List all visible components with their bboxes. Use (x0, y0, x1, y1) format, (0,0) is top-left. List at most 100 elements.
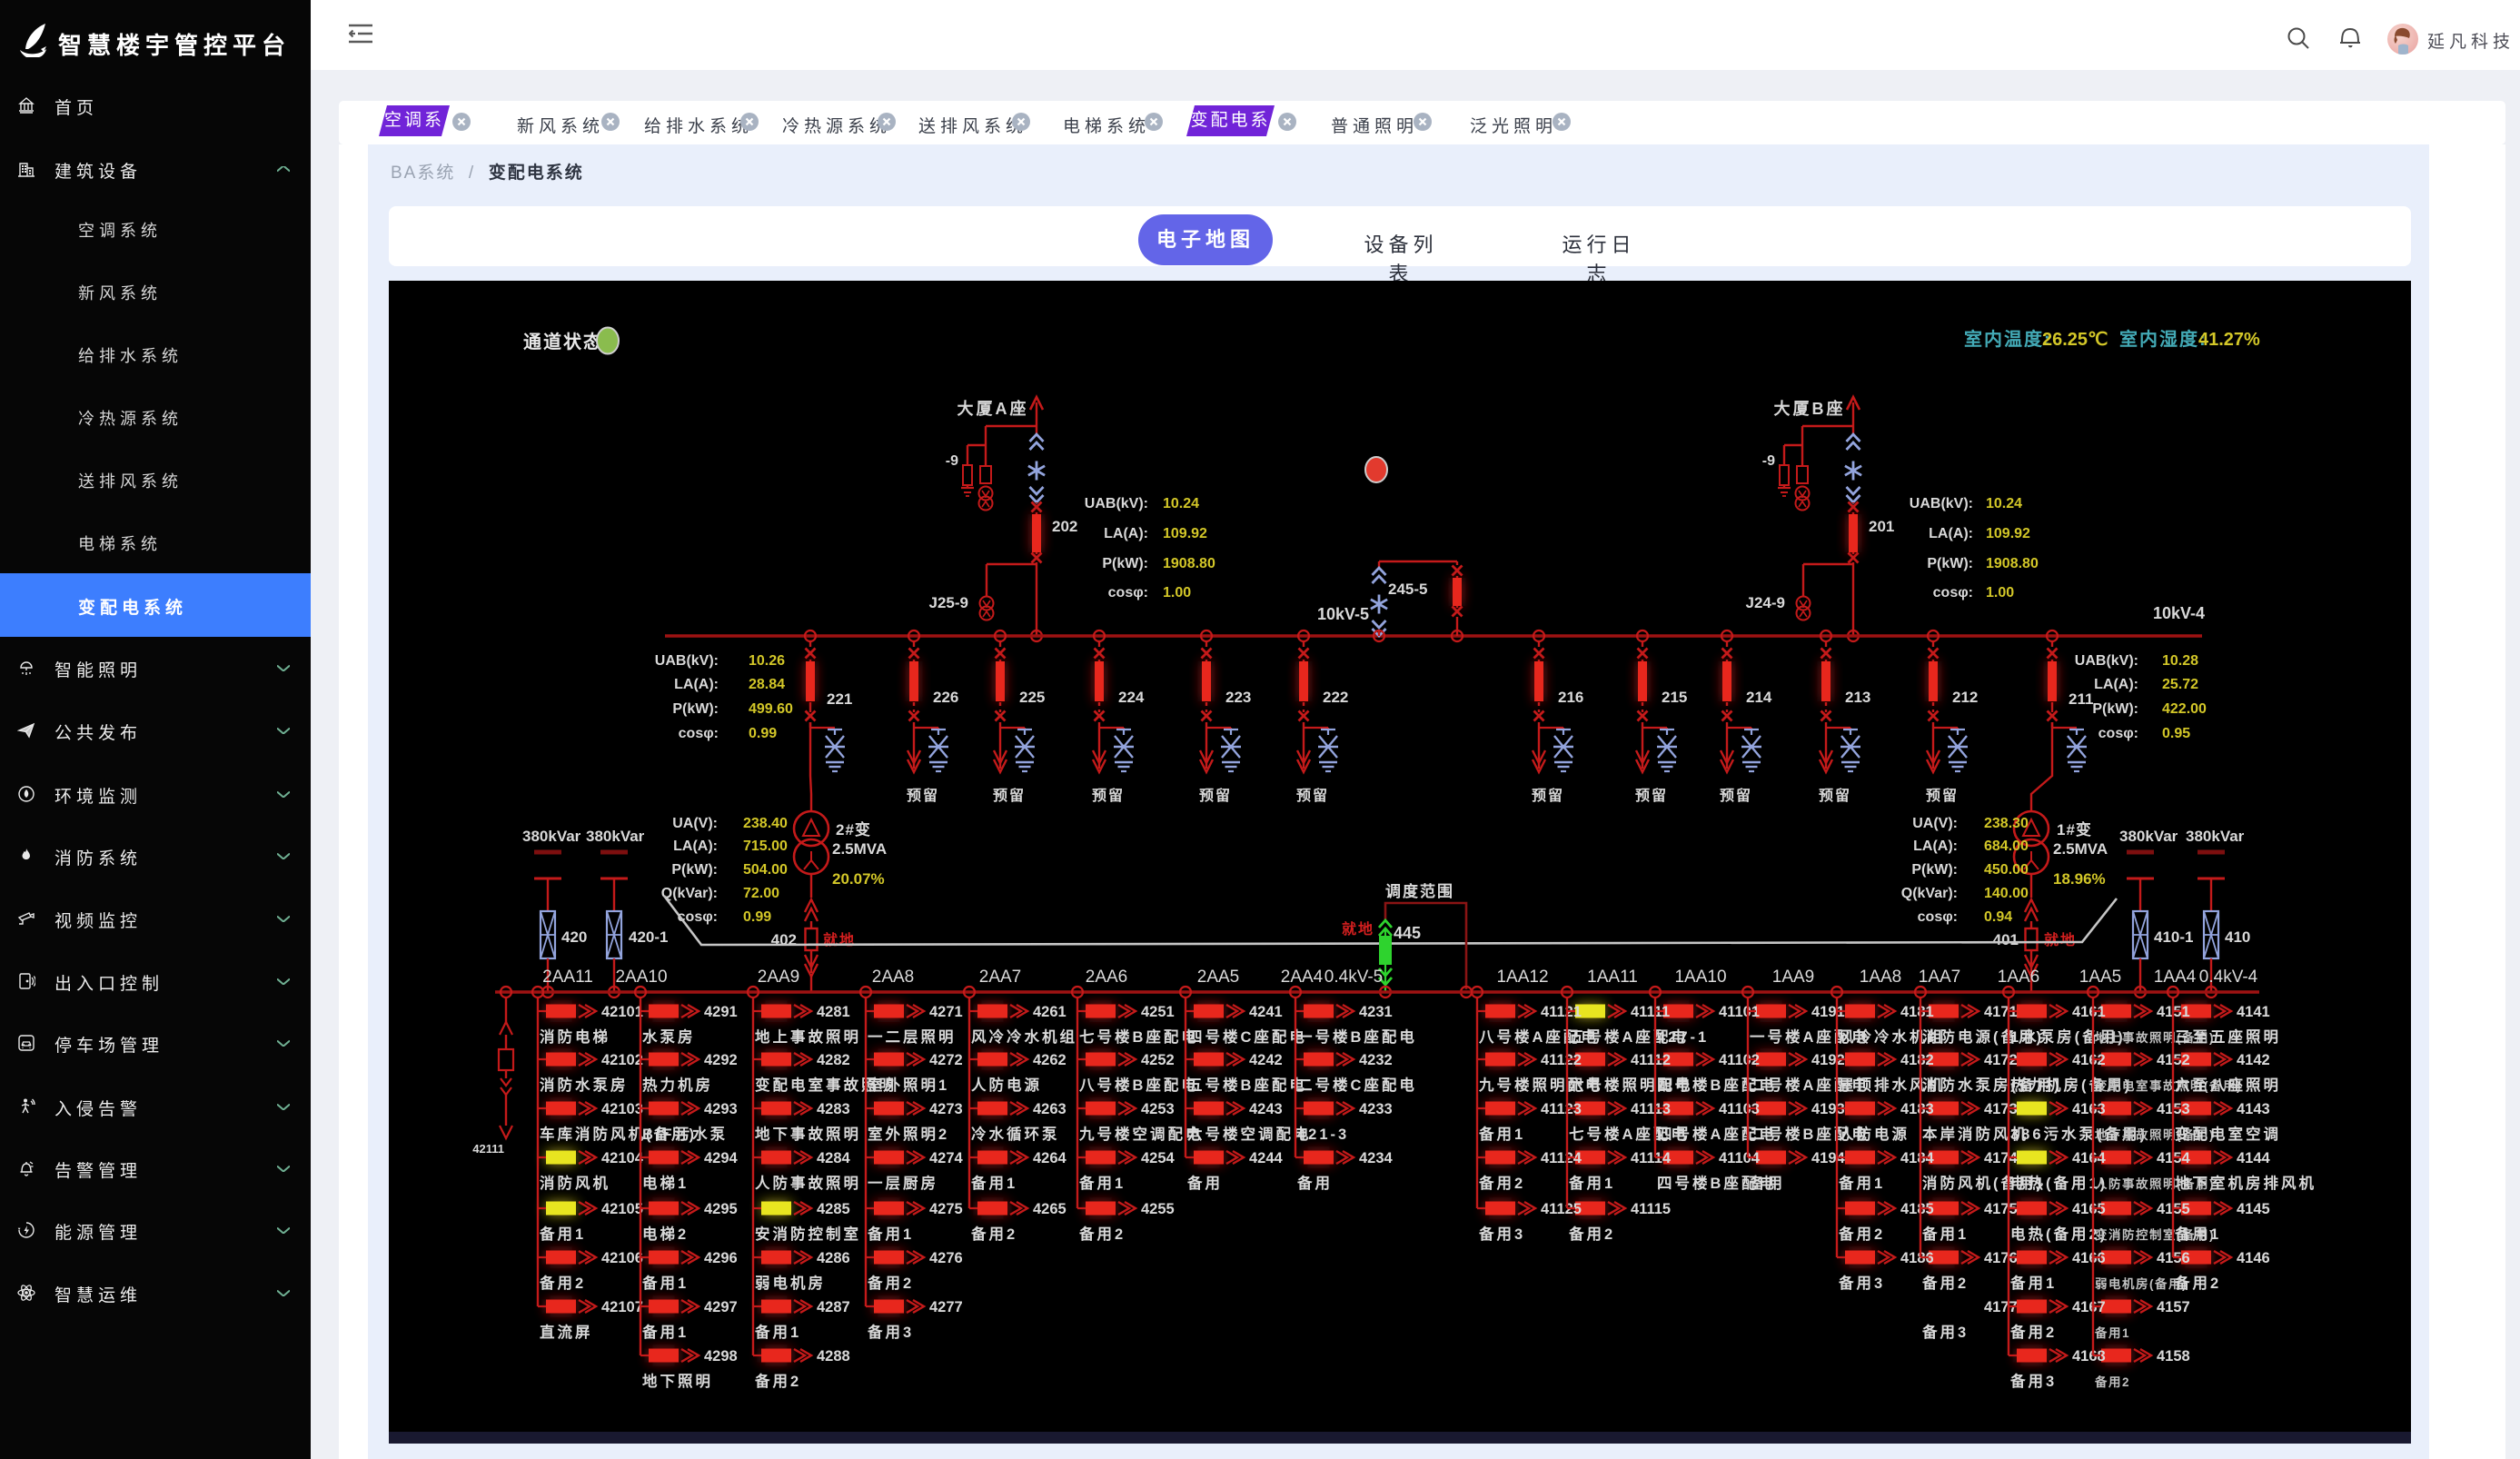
svg-text:六号楼空调配电: 六号楼空调配电 (1187, 1125, 1312, 1143)
svg-text:41124: 41124 (1541, 1150, 1582, 1166)
svg-text:LA(A):: LA(A): (673, 839, 718, 854)
svg-text:4295: 4295 (704, 1201, 738, 1217)
svg-text:4294: 4294 (704, 1150, 739, 1166)
svg-text:就地: 就地 (1342, 920, 1374, 938)
svg-text:地下照明: 地下照明 (642, 1372, 713, 1390)
svg-text:10.24: 10.24 (1163, 496, 1199, 511)
svg-text:弱电机房(备用): 弱电机房(备用) (2095, 1276, 2188, 1291)
svg-text:一二层照明: 一二层照明 (868, 1028, 957, 1046)
svg-text:cosφ:: cosφ: (2098, 726, 2138, 741)
svg-text:0.4kV-4: 0.4kV-4 (2199, 968, 2258, 987)
svg-text:4284: 4284 (817, 1150, 851, 1166)
svg-text:4298: 4298 (704, 1348, 738, 1365)
svg-text:-9: -9 (946, 453, 958, 469)
svg-text:大厦B座: 大厦B座 (1774, 399, 1846, 418)
svg-text:4288: 4288 (817, 1348, 850, 1365)
svg-text:380kVar: 380kVar (2186, 828, 2245, 845)
svg-text:2#变: 2#变 (836, 820, 871, 839)
svg-text:人防电源: 人防电源 (971, 1076, 1042, 1094)
svg-text:4276: 4276 (929, 1250, 963, 1266)
svg-text:4287: 4287 (817, 1299, 850, 1315)
svg-text:4145: 4145 (2237, 1201, 2270, 1217)
svg-text:LA(A):: LA(A): (674, 677, 719, 692)
svg-text:cosφ:: cosφ: (1918, 909, 1958, 925)
svg-text:UAB(kV):: UAB(kV): (1085, 496, 1148, 511)
svg-text:4281: 4281 (817, 1004, 850, 1020)
svg-text:4265: 4265 (1033, 1201, 1067, 1217)
svg-text:4274: 4274 (929, 1150, 964, 1166)
svg-text:LA(A):: LA(A): (1929, 526, 1973, 541)
svg-text:4286: 4286 (817, 1250, 850, 1266)
svg-text:401: 401 (1993, 931, 2019, 948)
svg-text:684.00: 684.00 (1984, 839, 2029, 854)
svg-text:42107: 42107 (601, 1299, 643, 1315)
svg-text:4158: 4158 (2157, 1348, 2190, 1365)
svg-text:4143: 4143 (2237, 1101, 2270, 1117)
svg-text:消防水泵房: 消防水泵房 (540, 1076, 629, 1094)
svg-text:41122: 41122 (1541, 1052, 1582, 1068)
svg-text:备用2: 备用2 (539, 1274, 586, 1292)
svg-text:1AA5: 1AA5 (2079, 968, 2121, 987)
svg-text:冷水循环泵: 冷水循环泵 (971, 1125, 1060, 1143)
svg-text:214: 214 (1746, 689, 1772, 706)
svg-text:41114: 41114 (1631, 1150, 1672, 1166)
svg-text:4293: 4293 (704, 1101, 738, 1117)
svg-text:42111: 42111 (472, 1142, 504, 1156)
svg-text:4241: 4241 (1249, 1004, 1283, 1020)
svg-text:2AA8: 2AA8 (872, 968, 914, 987)
svg-text:202: 202 (1052, 518, 1077, 535)
svg-text:42103: 42103 (601, 1101, 643, 1117)
svg-text:1AA8: 1AA8 (1860, 968, 1901, 987)
svg-text:备用2: 备用2 (1078, 1225, 1126, 1243)
svg-text:10.28: 10.28 (2162, 653, 2198, 669)
svg-text:410: 410 (2225, 928, 2250, 946)
svg-text:2AA11: 2AA11 (542, 968, 593, 987)
svg-text:109.92: 109.92 (1986, 526, 2030, 541)
svg-text:4291: 4291 (704, 1004, 738, 1020)
svg-text:LA(A):: LA(A): (1104, 526, 1148, 541)
svg-text:4182: 4182 (1900, 1052, 1934, 1068)
svg-text:Q(kVar):: Q(kVar): (661, 886, 718, 901)
svg-text:备用1: 备用1 (1921, 1225, 1969, 1243)
svg-text:72.00: 72.00 (743, 886, 779, 901)
svg-text:1AA4: 1AA4 (2154, 968, 2197, 987)
svg-text:四号楼C座配电: 四号楼C座配电 (1187, 1027, 1307, 1046)
svg-text:P(kW):: P(kW): (1102, 556, 1148, 571)
svg-text:4296: 4296 (704, 1250, 738, 1266)
svg-text:备用: 备用 (1296, 1174, 1333, 1192)
svg-text:水泵房: 水泵房 (642, 1027, 696, 1046)
svg-text:221: 221 (827, 690, 852, 708)
svg-text:42104: 42104 (601, 1150, 644, 1166)
svg-text:P(kW):: P(kW): (671, 862, 718, 878)
svg-text:1#变: 1#变 (2057, 820, 2092, 839)
svg-text:41123: 41123 (1541, 1101, 1582, 1117)
svg-text:0.95: 0.95 (2162, 726, 2190, 741)
svg-text:10kV-5: 10kV-5 (1317, 605, 1369, 623)
svg-text:P(kW):: P(kW): (2092, 701, 2138, 717)
svg-text:预留: 预留 (1635, 787, 1668, 804)
svg-text:UAB(kV):: UAB(kV): (1910, 496, 1973, 511)
svg-text:4255: 4255 (1141, 1201, 1175, 1217)
svg-text:4275: 4275 (929, 1201, 963, 1217)
svg-text:预留: 预留 (907, 787, 939, 804)
svg-text:备用1: 备用1 (754, 1323, 801, 1341)
svg-text:2AA9: 2AA9 (758, 968, 799, 987)
svg-text:备用1: 备用1 (1078, 1174, 1126, 1192)
svg-text:备用3: 备用3 (1838, 1274, 1885, 1292)
svg-text:245-5: 245-5 (1388, 581, 1427, 598)
svg-text:备用2: 备用2 (2009, 1323, 2057, 1341)
svg-text:备用3: 备用3 (2009, 1372, 2057, 1390)
svg-text:421-3: 421-3 (1297, 1127, 1349, 1143)
svg-text:4277: 4277 (929, 1299, 963, 1315)
svg-text:1AA11: 1AA11 (1587, 968, 1638, 987)
svg-text:1908.80: 1908.80 (1163, 556, 1215, 571)
svg-text:J24-9: J24-9 (1746, 594, 1785, 611)
svg-text:4253: 4253 (1141, 1101, 1175, 1117)
svg-text:4285: 4285 (817, 1201, 850, 1217)
svg-text:402: 402 (771, 931, 797, 948)
svg-text:4146: 4146 (2237, 1250, 2270, 1266)
svg-text:42102: 42102 (601, 1052, 643, 1068)
svg-text:10kV-4: 10kV-4 (2153, 604, 2205, 622)
svg-text:1AA12: 1AA12 (1496, 968, 1548, 987)
svg-text:4273: 4273 (929, 1101, 963, 1117)
